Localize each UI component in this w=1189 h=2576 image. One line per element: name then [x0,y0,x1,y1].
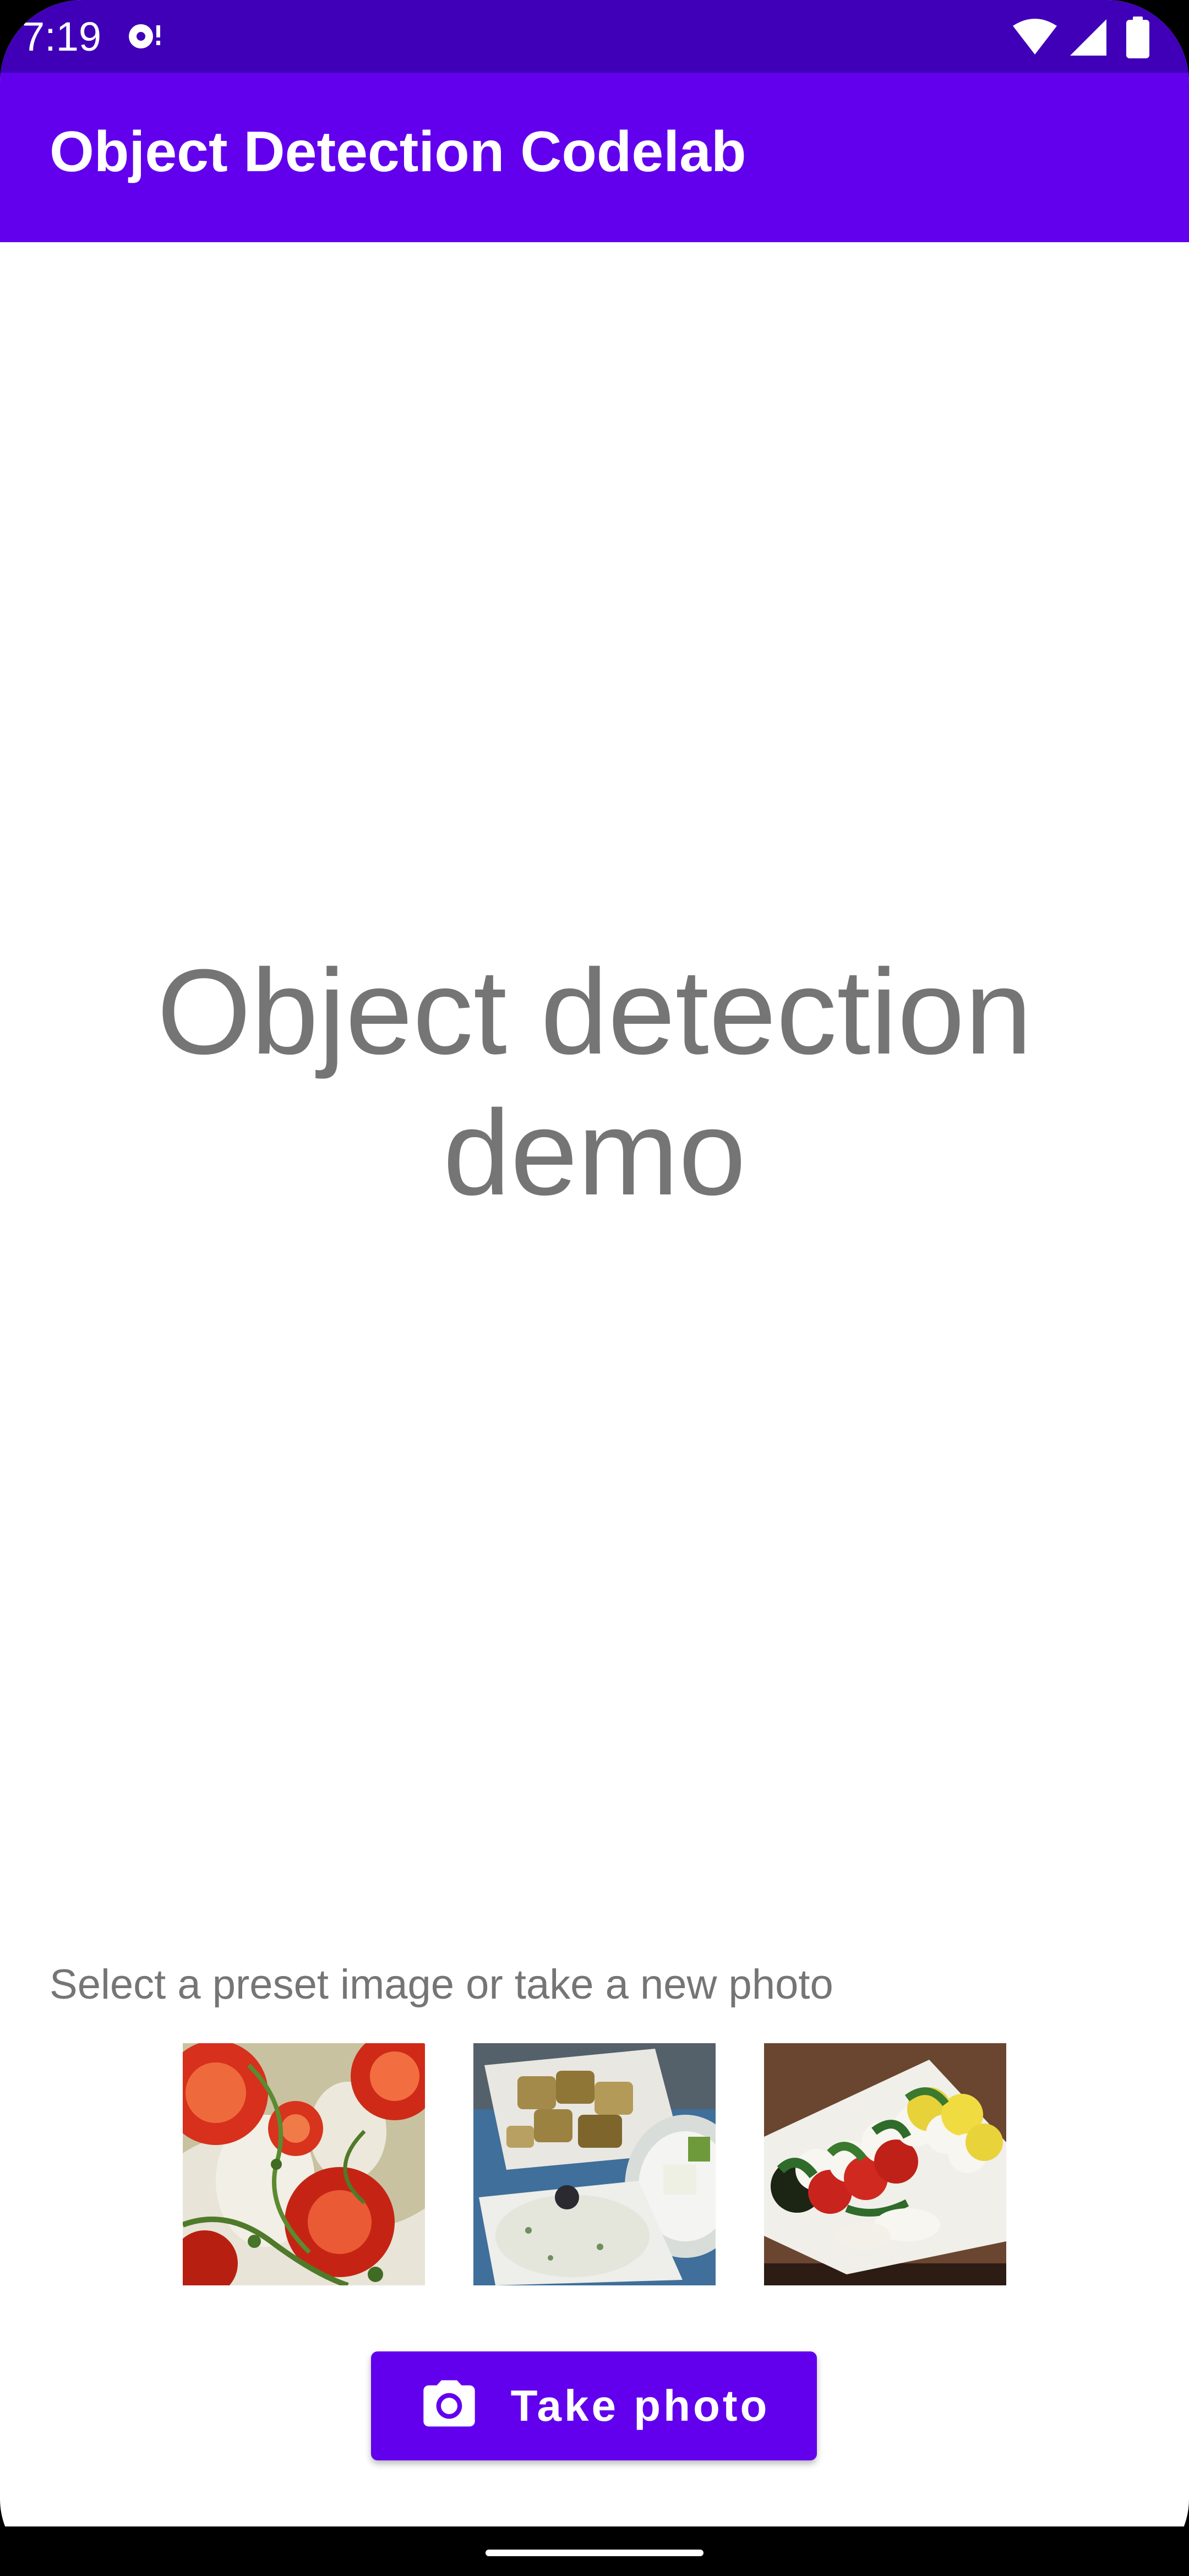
app-bar: Object Detection Codelab [0,73,1189,242]
potatoes-image [473,2043,716,2285]
take-photo-button[interactable]: Take photo [371,2351,817,2460]
camera-icon [423,2380,475,2427]
tomatoes-image [183,2043,425,2285]
gesture-handle[interactable] [486,2550,703,2556]
caprese-image [764,2043,1006,2285]
preset-prompt: Select a preset image or take a new phot… [50,1961,833,2008]
status-time: 7:19 [22,14,102,59]
cell-signal-icon [1070,19,1106,56]
preset-image-tomatoes[interactable] [183,2043,425,2285]
app-screen: 7:19 Object Detection Codelab Object det… [0,0,1189,2576]
battery-icon [1126,17,1149,58]
take-photo-label: Take photo [510,2381,770,2430]
preset-image-potatoes[interactable] [473,2043,716,2285]
wifi-icon [1013,19,1057,54]
demo-heading: Object detection demo [157,944,1032,1220]
status-bar: 7:19 [0,0,1189,73]
preset-image-caprese[interactable] [764,2043,1006,2285]
status-icons [1012,15,1150,59]
notification-icon [129,24,160,48]
app-title: Object Detection Codelab [50,120,746,184]
